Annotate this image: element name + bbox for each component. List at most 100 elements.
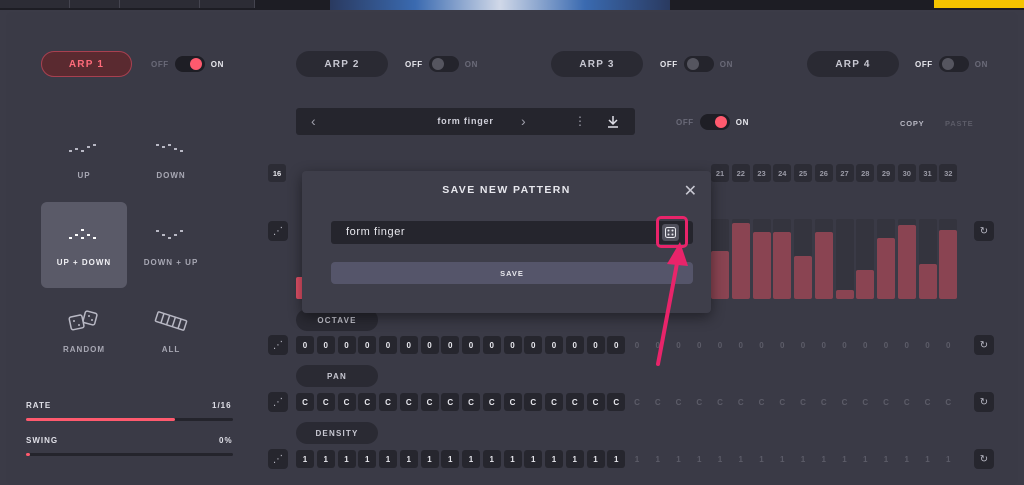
- close-icon[interactable]: ✕: [684, 181, 697, 201]
- velocity-bar[interactable]: [877, 238, 895, 299]
- step-cell[interactable]: 1: [586, 450, 605, 468]
- velocity-bar[interactable]: [918, 264, 937, 299]
- step-cell[interactable]: 1: [316, 450, 335, 468]
- step-cell[interactable]: 1: [773, 450, 791, 468]
- copy-button[interactable]: COPY: [900, 119, 924, 128]
- toggle-switch[interactable]: [174, 56, 205, 72]
- step-cell[interactable]: C: [379, 393, 397, 411]
- step-cell[interactable]: C: [337, 393, 356, 411]
- step-cell[interactable]: 1: [794, 450, 812, 468]
- step-cell[interactable]: 1: [690, 450, 708, 468]
- step-cell[interactable]: 0: [462, 336, 480, 354]
- mode-up-down-button[interactable]: UP + DOWN: [41, 202, 127, 288]
- host-tab[interactable]: [200, 0, 255, 8]
- toggle-switch[interactable]: [699, 114, 730, 130]
- step-cell[interactable]: 1: [607, 450, 626, 468]
- arp-2-button[interactable]: ARP 2: [296, 51, 388, 77]
- mode-random-button[interactable]: RANDOM: [41, 289, 127, 375]
- step-cell[interactable]: 1: [482, 450, 501, 468]
- step-cell[interactable]: C: [462, 393, 480, 411]
- velocity-bar[interactable]: [835, 290, 854, 299]
- host-accent-button[interactable]: [934, 0, 1024, 8]
- step-cell[interactable]: 0: [296, 336, 314, 354]
- pan-reset-icon[interactable]: ↻: [974, 392, 994, 412]
- step-cell[interactable]: 0: [773, 336, 791, 354]
- mode-all-button[interactable]: ALL: [128, 289, 214, 375]
- step-cell[interactable]: C: [482, 393, 501, 411]
- step-cell[interactable]: C: [358, 393, 377, 411]
- step-cell[interactable]: 1: [503, 450, 522, 468]
- step-cell[interactable]: 0: [919, 336, 937, 354]
- step-cell[interactable]: 1: [939, 450, 957, 468]
- download-icon[interactable]: [607, 115, 619, 133]
- step-cell[interactable]: C: [545, 393, 563, 411]
- paste-button[interactable]: PASTE: [945, 119, 973, 128]
- step-cell[interactable]: C: [524, 393, 543, 411]
- save-button[interactable]: SAVE: [331, 262, 693, 284]
- step-cell[interactable]: 1: [836, 450, 854, 468]
- step-cell[interactable]: C: [794, 393, 812, 411]
- arp-1-toggle[interactable]: OFF ON: [151, 56, 224, 72]
- arp-3-toggle[interactable]: OFF ON: [660, 56, 733, 72]
- step-cell[interactable]: C: [420, 393, 439, 411]
- step-cell[interactable]: C: [316, 393, 335, 411]
- density-randomize-icon[interactable]: ⋰: [268, 449, 288, 469]
- step-cell[interactable]: 0: [586, 336, 605, 354]
- step-cell[interactable]: 0: [815, 336, 833, 354]
- step-cell[interactable]: C: [711, 393, 729, 411]
- velocity-bar[interactable]: [814, 232, 833, 299]
- step-cell[interactable]: 0: [794, 336, 812, 354]
- mode-down-up-button[interactable]: DOWN + UP: [128, 202, 214, 288]
- step-cell[interactable]: 0: [399, 336, 418, 354]
- step-cell[interactable]: C: [939, 393, 957, 411]
- step-cell[interactable]: 0: [524, 336, 543, 354]
- mode-down-button[interactable]: DOWN: [128, 115, 214, 201]
- step-cell[interactable]: 1: [462, 450, 480, 468]
- step-cell[interactable]: C: [732, 393, 750, 411]
- velocity-bar[interactable]: [939, 230, 958, 299]
- step-cell[interactable]: 1: [919, 450, 937, 468]
- step-cell[interactable]: 0: [753, 336, 771, 354]
- step-cell[interactable]: C: [815, 393, 833, 411]
- step-cell[interactable]: 1: [753, 450, 771, 468]
- step-cell[interactable]: 1: [337, 450, 356, 468]
- step-cell[interactable]: 1: [358, 450, 377, 468]
- velocity-bar[interactable]: [773, 232, 792, 299]
- step-cell[interactable]: 0: [711, 336, 729, 354]
- step-cell[interactable]: 1: [670, 450, 688, 468]
- step-cell[interactable]: 0: [379, 336, 397, 354]
- pan-randomize-icon[interactable]: ⋰: [268, 392, 288, 412]
- host-tab[interactable]: [0, 0, 70, 8]
- step-cell[interactable]: 0: [898, 336, 916, 354]
- next-pattern-button[interactable]: ›: [521, 108, 526, 135]
- toggle-switch[interactable]: [683, 56, 714, 72]
- more-options-icon[interactable]: ⋮: [574, 108, 586, 135]
- step-cell[interactable]: C: [399, 393, 418, 411]
- step-cell[interactable]: 0: [607, 336, 626, 354]
- step-cell[interactable]: 0: [358, 336, 377, 354]
- step-cell[interactable]: C: [670, 393, 688, 411]
- velocity-bar[interactable]: [856, 270, 875, 299]
- step-cell[interactable]: C: [836, 393, 854, 411]
- step-cell[interactable]: 0: [482, 336, 501, 354]
- step-cell[interactable]: 1: [898, 450, 916, 468]
- step-cell[interactable]: C: [877, 393, 895, 411]
- step-cell[interactable]: 1: [379, 450, 397, 468]
- mode-up-button[interactable]: UP: [41, 115, 127, 201]
- step-cell[interactable]: 0: [732, 336, 750, 354]
- step-cell[interactable]: 1: [649, 450, 667, 468]
- step-cell[interactable]: 1: [420, 450, 439, 468]
- step-cell[interactable]: 1: [524, 450, 543, 468]
- octave-randomize-icon[interactable]: ⋰: [268, 335, 288, 355]
- step-cell[interactable]: 0: [503, 336, 522, 354]
- host-tab[interactable]: [120, 0, 200, 8]
- step-cell[interactable]: 0: [545, 336, 563, 354]
- step-cell[interactable]: C: [753, 393, 771, 411]
- step-cell[interactable]: C: [565, 393, 584, 411]
- step-cell[interactable]: C: [773, 393, 791, 411]
- swing-slider[interactable]: [26, 453, 233, 456]
- step-cell[interactable]: 1: [565, 450, 584, 468]
- velocity-column[interactable]: [835, 219, 854, 299]
- step-cell[interactable]: C: [856, 393, 874, 411]
- arp-1-button[interactable]: ARP 1: [41, 51, 132, 77]
